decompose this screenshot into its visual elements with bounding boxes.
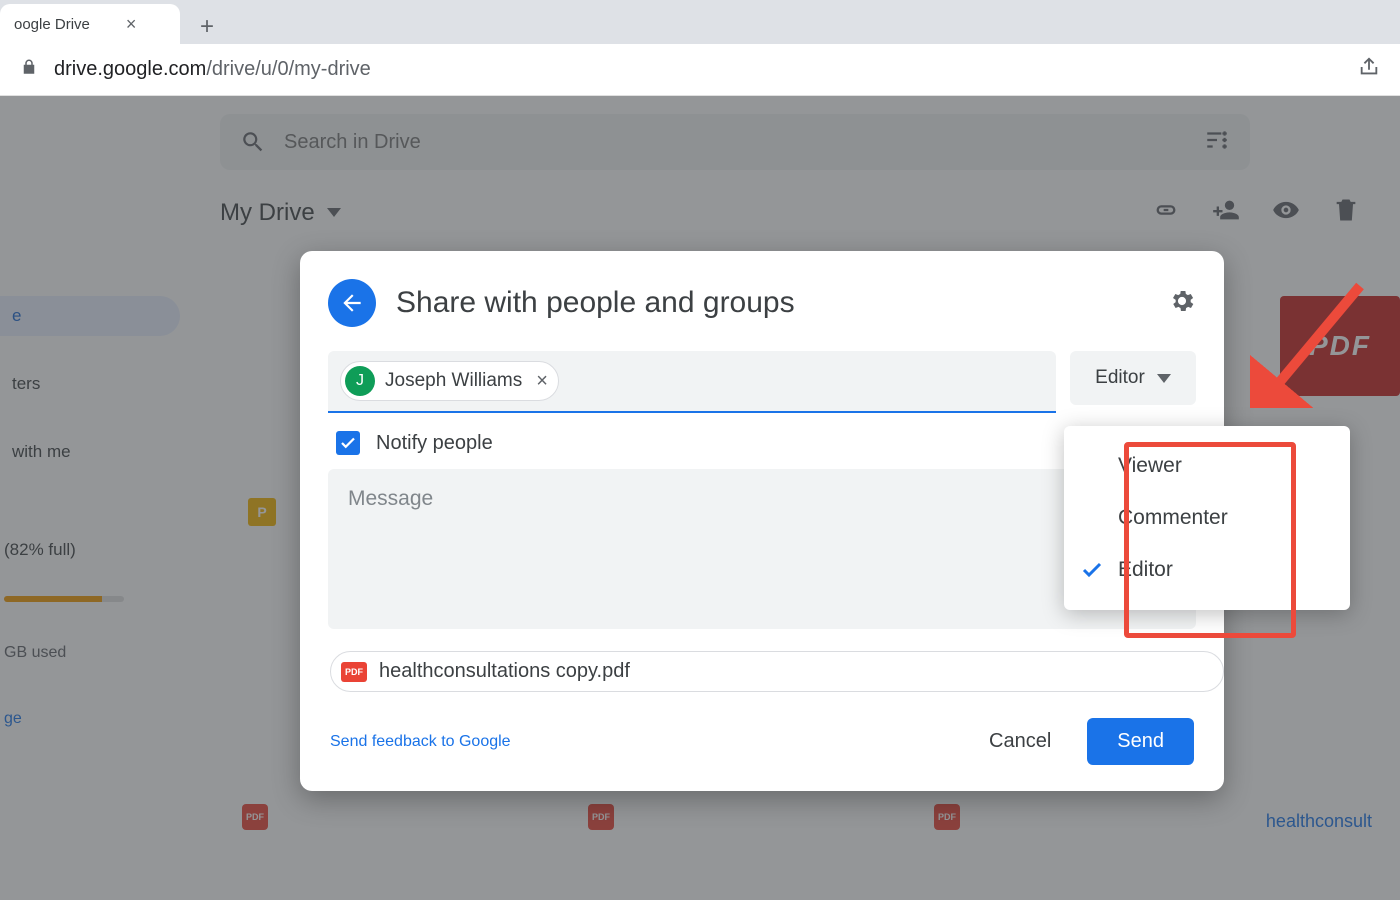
remove-person-icon[interactable]: ×: [532, 370, 548, 393]
close-tab-icon[interactable]: ×: [126, 14, 137, 35]
pdf-icon: PDF: [341, 662, 367, 682]
role-selected-label: Editor: [1095, 367, 1145, 389]
avatar: J: [345, 366, 375, 396]
browser-tab-strip: oogle Drive × +: [0, 0, 1400, 44]
settings-button[interactable]: [1168, 287, 1196, 320]
attachment-chip[interactable]: PDF healthconsultations copy.pdf: [330, 651, 1224, 692]
back-button[interactable]: [328, 279, 376, 327]
app-area: My Drive e ters with me (82% full) GB us…: [0, 96, 1400, 900]
chevron-down-icon: [1157, 374, 1171, 383]
person-chip[interactable]: J Joseph Williams ×: [340, 361, 559, 401]
notify-label: Notify people: [376, 432, 493, 455]
tab-title: oogle Drive: [14, 16, 90, 33]
message-placeholder: Message: [348, 487, 433, 510]
share-url-icon[interactable]: [1358, 56, 1380, 83]
role-option-editor[interactable]: Editor: [1064, 544, 1350, 596]
people-input[interactable]: J Joseph Williams ×: [328, 351, 1056, 413]
url-bar: drive.google.com/drive/u/0/my-drive: [0, 44, 1400, 96]
role-option-viewer[interactable]: Viewer: [1064, 440, 1350, 492]
browser-tab[interactable]: oogle Drive ×: [0, 4, 180, 44]
send-button[interactable]: Send: [1087, 718, 1194, 765]
url-text[interactable]: drive.google.com/drive/u/0/my-drive: [54, 58, 371, 81]
role-menu: Viewer Commenter Editor: [1064, 426, 1350, 610]
dialog-title: Share with people and groups: [396, 286, 1148, 320]
notify-checkbox[interactable]: [336, 431, 360, 455]
cancel-button[interactable]: Cancel: [971, 720, 1069, 763]
attachment-name: healthconsultations copy.pdf: [379, 660, 630, 683]
new-tab-button[interactable]: +: [190, 10, 224, 44]
role-dropdown[interactable]: Editor: [1070, 351, 1196, 405]
role-option-commenter[interactable]: Commenter: [1064, 492, 1350, 544]
lock-icon: [20, 58, 38, 81]
feedback-link[interactable]: Send feedback to Google: [330, 733, 511, 751]
person-name: Joseph Williams: [385, 370, 522, 392]
